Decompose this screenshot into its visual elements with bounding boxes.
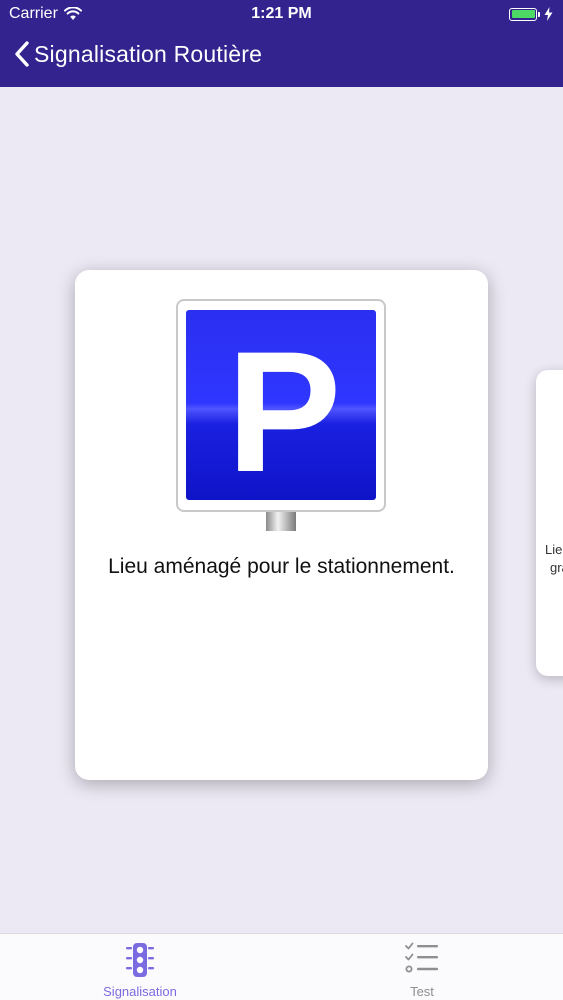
tab-test[interactable]: Test xyxy=(322,934,522,1000)
traffic-light-icon xyxy=(126,943,154,977)
next-sign-card[interactable]: Lie gra xyxy=(536,370,563,676)
battery-tip xyxy=(538,11,540,17)
tab-bar: Signalisation Test xyxy=(0,933,563,1000)
next-card-text: Lie gra xyxy=(545,541,563,577)
sign-post xyxy=(266,510,296,531)
next-card-line-1: Lie xyxy=(545,542,563,557)
header: Carrier 1:21 PM Signalisation Routière xyxy=(0,0,563,87)
chevron-left-icon xyxy=(15,41,29,67)
status-bar: Carrier 1:21 PM xyxy=(0,0,563,30)
sign-description: Lieu aménagé pour le stationnement. xyxy=(108,555,455,578)
sign-card[interactable]: P Lieu aménagé pour le stationnement. xyxy=(75,270,488,780)
status-time: 1:21 PM xyxy=(251,5,312,22)
nav-bar: Signalisation Routière xyxy=(0,36,563,80)
tab-signalisation[interactable]: Signalisation xyxy=(40,934,240,1000)
tab-signalisation-label: Signalisation xyxy=(103,984,177,999)
checklist-icon xyxy=(405,942,438,973)
battery-level xyxy=(511,10,535,18)
battery-group xyxy=(509,7,553,21)
next-card-line-2: gra xyxy=(550,560,563,575)
screen: Carrier 1:21 PM Signalisation Routière P… xyxy=(0,0,563,1000)
nav-title: Signalisation Routière xyxy=(34,40,263,67)
tab-test-label: Test xyxy=(410,984,434,999)
battery-icon xyxy=(509,7,537,21)
back-button[interactable]: Signalisation Routière xyxy=(14,40,262,68)
parking-sign-image: P xyxy=(176,299,386,531)
charging-bolt-icon xyxy=(544,7,553,21)
sign-letter: P xyxy=(227,316,342,508)
